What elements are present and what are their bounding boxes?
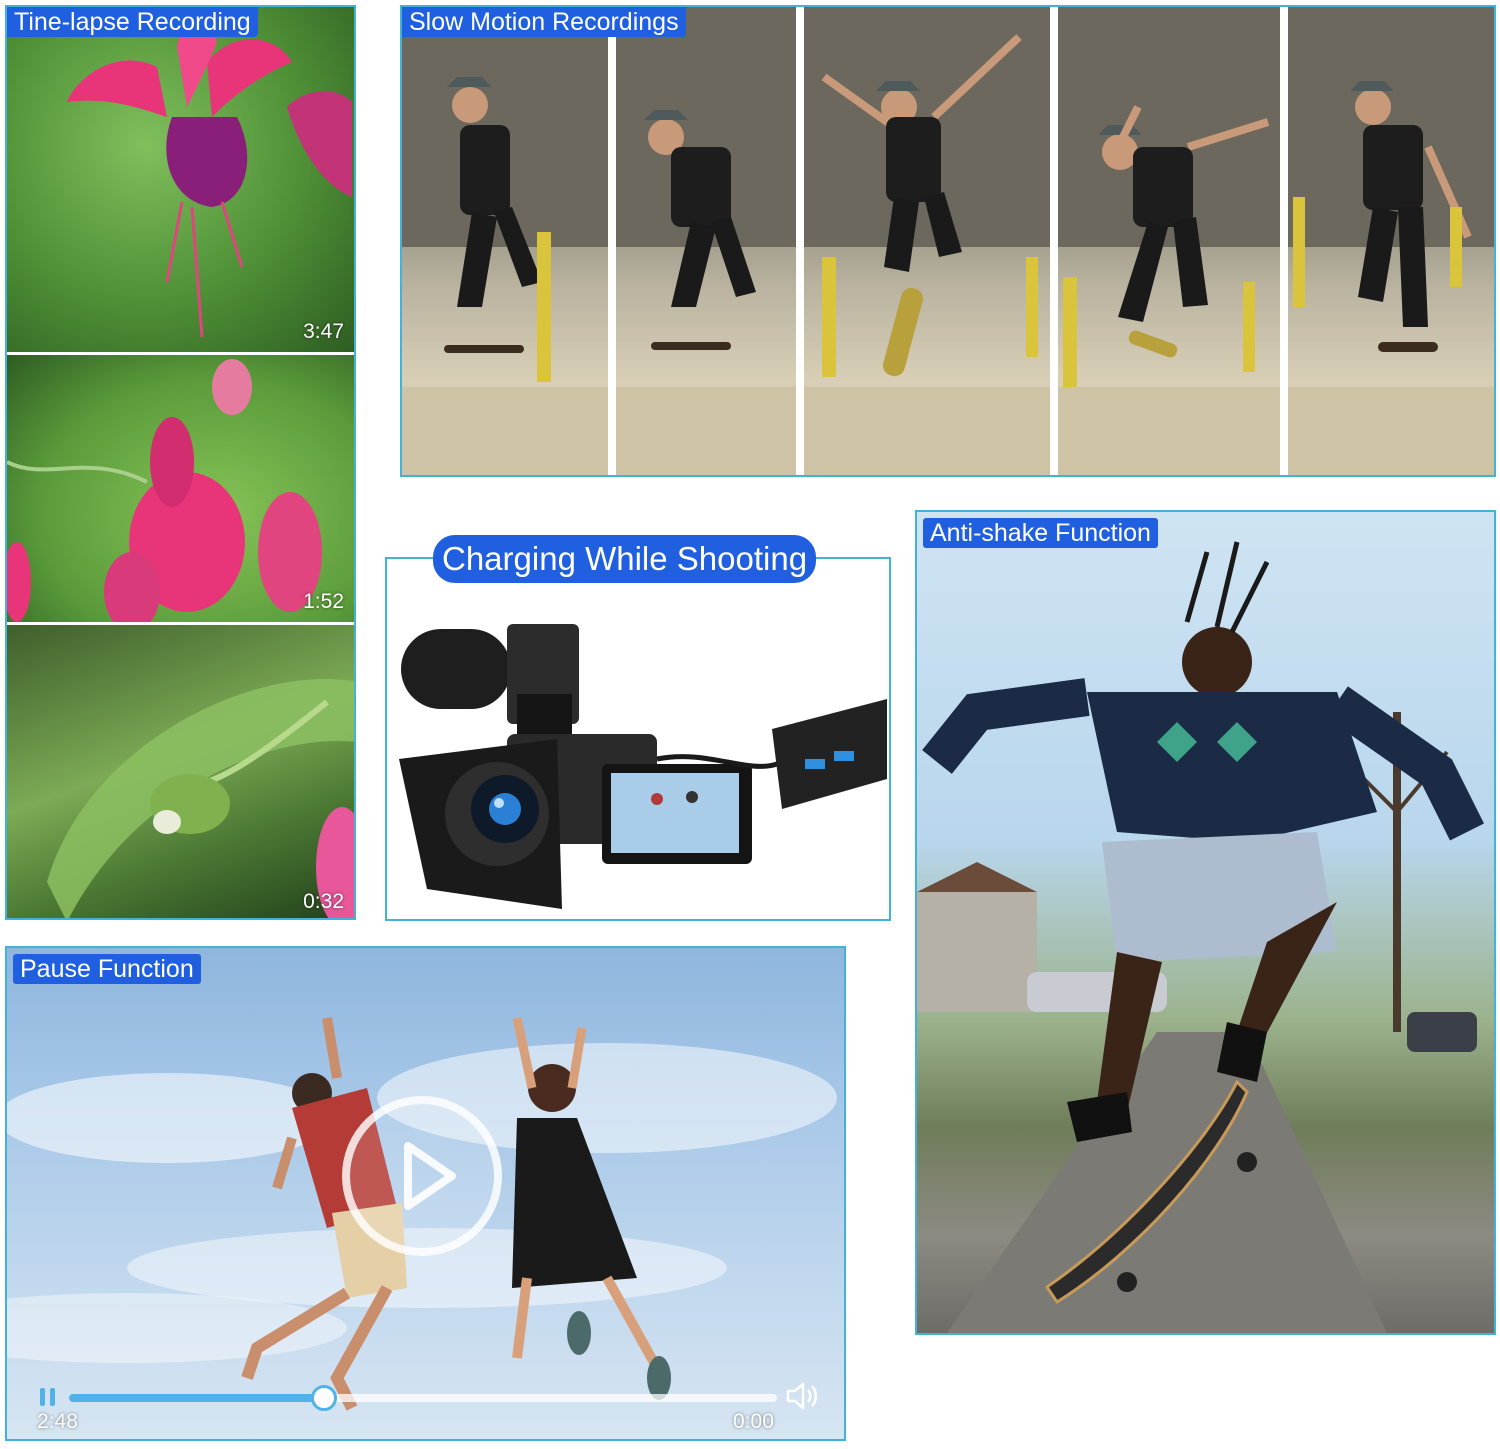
pause-icon xyxy=(40,1388,55,1406)
divider xyxy=(7,352,354,355)
pause-function-label: Pause Function xyxy=(13,954,201,984)
frame-separator xyxy=(608,7,616,475)
remaining-time: 0:00 xyxy=(733,1410,774,1433)
elapsed-time: 2:48 xyxy=(37,1410,78,1433)
frame-separator xyxy=(1050,7,1058,475)
slow-motion-frame-3 xyxy=(804,7,1050,475)
timelapse-clip-1: 3:47 xyxy=(7,7,354,352)
skater-frame-image xyxy=(1288,7,1494,475)
green-bud-image xyxy=(47,678,354,918)
product-feature-collage: Tine-lapse Recording 3:47 1:52 0:32 Slow… xyxy=(0,0,1500,1449)
divider xyxy=(7,622,354,625)
clip-duration: 0:32 xyxy=(303,890,344,913)
volume-button[interactable] xyxy=(785,1380,821,1412)
fuchsia-buds-image xyxy=(7,359,322,622)
slow-motion-panel: Slow Motion Recordings xyxy=(400,5,1496,477)
timelapse-panel: Tine-lapse Recording 3:47 1:52 0:32 xyxy=(5,5,356,920)
timelapse-clip-3: 0:32 xyxy=(7,622,354,918)
camcorder-with-powerbank-image xyxy=(399,624,887,909)
volume-icon xyxy=(786,1382,817,1410)
charging-panel: Charging While Shooting xyxy=(385,535,891,921)
skater-frame-image xyxy=(1058,7,1280,475)
seek-handle[interactable] xyxy=(310,1385,337,1411)
seek-progress xyxy=(69,1394,324,1402)
pause-function-panel: Pause Function 2:48 0:00 xyxy=(5,946,846,1441)
skater-frame-image xyxy=(616,7,796,475)
clip-duration: 1:52 xyxy=(303,590,344,613)
skateboarder-jump-image xyxy=(917,541,1484,1333)
slow-motion-frame-2 xyxy=(616,7,796,475)
timelapse-label: Tine-lapse Recording xyxy=(7,7,258,37)
slow-motion-frame-4 xyxy=(1058,7,1280,475)
slow-motion-frame-5 xyxy=(1288,7,1494,475)
frame-separator xyxy=(796,7,804,475)
frame-separator xyxy=(1280,7,1288,475)
skater-frame-image xyxy=(804,7,1050,475)
pause-button[interactable] xyxy=(37,1386,59,1408)
slow-motion-label: Slow Motion Recordings xyxy=(402,7,686,37)
seek-bar[interactable] xyxy=(69,1385,777,1411)
timelapse-clip-2: 1:52 xyxy=(7,352,354,622)
clip-duration: 3:47 xyxy=(303,320,344,343)
slow-motion-frame-1 xyxy=(402,7,608,475)
play-button[interactable] xyxy=(342,1096,502,1256)
fuchsia-flower-image xyxy=(67,21,352,338)
play-icon xyxy=(404,1142,456,1210)
skater-frame-image xyxy=(402,7,608,475)
anti-shake-label: Anti-shake Function xyxy=(923,518,1158,548)
anti-shake-panel: Anti-shake Function xyxy=(915,510,1496,1335)
